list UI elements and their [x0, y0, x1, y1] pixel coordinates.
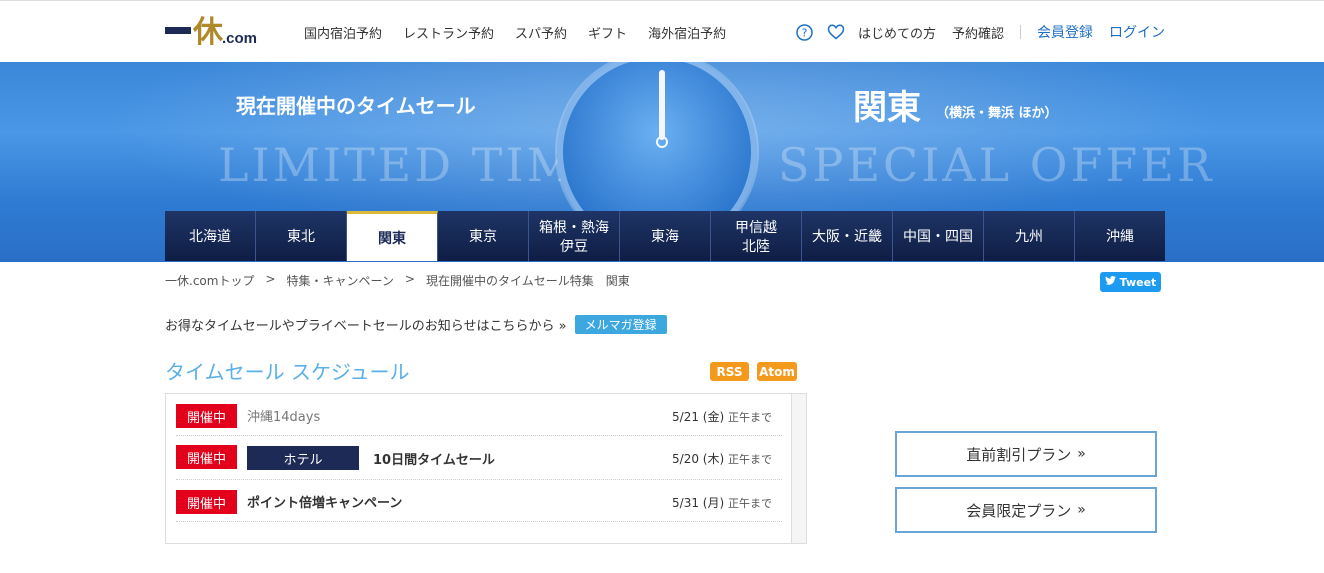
login-link[interactable]: ログイン [1109, 22, 1165, 42]
schedule-list: 開催中 沖縄14days 5/21 (金) 正午まで 開催中 ホテル 10日間タ… [165, 393, 807, 544]
breadcrumb: 一休.comトップ > 特集・キャンペーン > 現在開催中のタイムセール特集 関… [165, 272, 641, 289]
rss-button[interactable]: RSS [710, 362, 749, 381]
svg-text:?: ? [802, 26, 808, 39]
newsletter-text: お得なタイムセールやプライベートセールのお知らせはこちらから » [165, 319, 567, 334]
twitter-bird-icon [1104, 276, 1116, 288]
newsletter-button[interactable]: メルマガ登録 [574, 315, 667, 334]
region-tab[interactable]: 東北 [256, 211, 347, 261]
status-badge: 開催中 [176, 490, 237, 514]
logo-mark: 休 [165, 15, 223, 51]
region-tab[interactable]: 東京 [438, 211, 529, 261]
nav-gift[interactable]: ギフト [588, 23, 627, 42]
logo-suffix: .com [222, 30, 258, 47]
heart-icon[interactable] [827, 23, 845, 41]
scrollbar[interactable] [791, 394, 806, 543]
tweet-label: Tweet [1119, 275, 1157, 289]
sale-name[interactable]: 沖縄14days [247, 406, 320, 425]
banner-region: 関東 [853, 88, 921, 128]
reservation-check-link[interactable]: 予約確認 [952, 23, 1004, 42]
region-tab[interactable]: 箱根・熱海 伊豆 [529, 211, 620, 261]
tweet-button[interactable]: Tweet [1100, 272, 1161, 292]
breadcrumb-separator: > [404, 272, 415, 286]
banner-region-sub: （横浜・舞浜 ほか） [936, 106, 1058, 121]
site-logo[interactable]: 休 .com [165, 15, 257, 51]
sale-date: 5/20 (木) 正午まで [672, 452, 772, 466]
register-link[interactable]: 会員登録 [1037, 22, 1093, 42]
sale-date: 5/21 (金) 正午まで [672, 410, 772, 424]
breadcrumb-separator: > [265, 272, 276, 286]
sale-date: 5/31 (月) 正午まで [672, 496, 772, 510]
region-tab[interactable]: 東海 [620, 211, 711, 261]
newsletter-notice: お得なタイムセールやプライベートセールのお知らせはこちらから » メルマガ登録 [165, 315, 667, 334]
status-badge: 開催中 [176, 445, 237, 469]
member-plan-button[interactable]: 会員限定プラン» [895, 487, 1157, 533]
nav-domestic-hotel[interactable]: 国内宿泊予約 [304, 23, 382, 42]
sale-name[interactable]: 10日間タイムセール [373, 449, 495, 468]
breadcrumb-top[interactable]: 一休.comトップ [165, 272, 254, 289]
region-tab[interactable]: 甲信越 北陸 [711, 211, 802, 261]
banner-title: 現在開催中のタイムセール [236, 94, 476, 118]
region-tab[interactable]: 九州 [984, 211, 1075, 261]
watermark-special-offer: SPECIAL OFFER [778, 138, 1215, 192]
nav-overseas-hotel[interactable]: 海外宿泊予約 [648, 23, 726, 42]
user-nav: ? はじめての方 予約確認 会員登録 ログイン [796, 22, 1165, 42]
status-badge: 開催中 [176, 404, 237, 428]
schedule-title: タイムセール スケジュール [165, 360, 410, 384]
first-time-link[interactable]: はじめての方 [858, 23, 936, 42]
nav-restaurant[interactable]: レストラン予約 [403, 23, 494, 42]
last-minute-plan-button[interactable]: 直前割引プラン» [895, 431, 1157, 477]
region-tab[interactable]: 大阪・近畿 [802, 211, 893, 261]
nav-spa[interactable]: スパ予約 [515, 23, 567, 42]
region-tab[interactable]: 沖縄 [1075, 211, 1165, 261]
watermark-limited-time: LIMITED TIME [218, 138, 614, 192]
breadcrumb-current: 現在開催中のタイムセール特集 関東 [425, 274, 630, 288]
main-nav: 国内宿泊予約 レストラン予約 スパ予約 ギフト 海外宿泊予約 [304, 23, 747, 42]
category-tag: ホテル [247, 446, 359, 470]
top-header: 休 .com 国内宿泊予約 レストラン予約 スパ予約 ギフト 海外宿泊予約 ? … [0, 0, 1324, 62]
region-tab[interactable]: 関東 [347, 211, 438, 261]
region-tabs: 北海道 東北 関東 東京 箱根・熱海 伊豆 東海 甲信越 北陸 大阪・近畿 中国・四国 九州 沖縄 [165, 211, 1165, 261]
divider [1020, 25, 1021, 39]
region-tab[interactable]: 中国・四国 [893, 211, 984, 261]
list-item[interactable]: 開催中 沖縄14days 5/21 (金) 正午まで [176, 394, 782, 436]
region-tab[interactable]: 北海道 [165, 211, 256, 261]
list-item[interactable]: 開催中 ポイント倍増キャンペーン 5/31 (月) 正午まで [176, 480, 782, 522]
sale-name[interactable]: ポイント倍増キャンペーン [247, 492, 402, 511]
help-circle-icon[interactable]: ? [796, 23, 814, 41]
list-item[interactable]: 開催中 ホテル 10日間タイムセール 5/20 (木) 正午まで [176, 436, 782, 480]
atom-button[interactable]: Atom [757, 362, 797, 381]
breadcrumb-campaign[interactable]: 特集・キャンペーン [287, 272, 394, 289]
